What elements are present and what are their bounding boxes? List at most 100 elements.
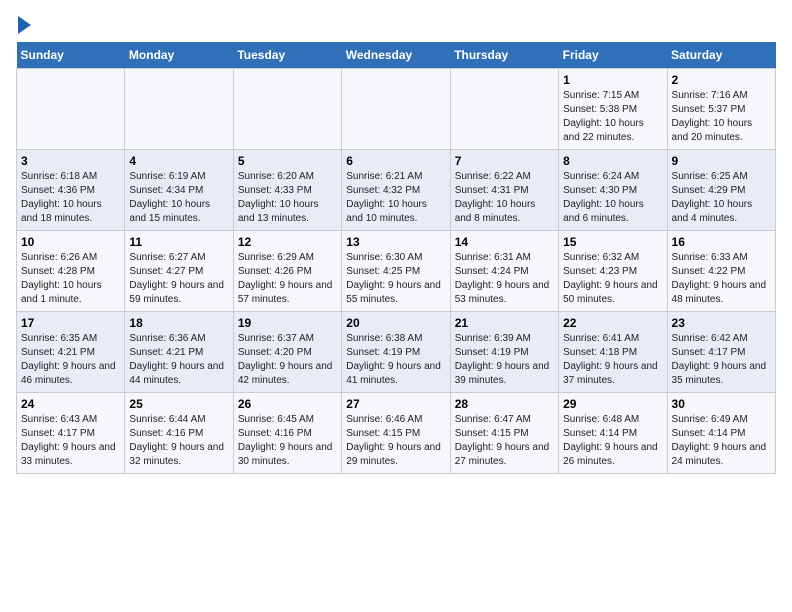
calendar-cell: 1 Sunrise: 7:15 AM Sunset: 5:38 PM Daylig…	[559, 69, 667, 150]
day-number: 18	[129, 316, 228, 330]
calendar-cell: 19 Sunrise: 6:37 AM Sunset: 4:20 PM Dayli…	[233, 312, 341, 393]
calendar-cell: 23Sunrise: 6:42 AM Sunset: 4:17 PM Dayli…	[667, 312, 775, 393]
day-number: 30	[672, 397, 771, 411]
day-info: Sunrise: 6:31 AM Sunset: 4:24 PM Dayligh…	[455, 251, 554, 307]
day-info: Sunrise: 6:25 AM Sunset: 4:29 PM Dayligh…	[672, 170, 771, 226]
day-info: Sunrise: 6:20 AM Sunset: 4:33 PM Dayligh…	[238, 170, 337, 226]
day-number: 24	[21, 397, 120, 411]
header-monday: Monday	[125, 42, 233, 69]
calendar-cell: 6 Sunrise: 6:21 AM Sunset: 4:32 PM Daylig…	[342, 150, 450, 231]
day-info: Sunrise: 6:18 AM Sunset: 4:36 PM Dayligh…	[21, 170, 120, 226]
day-info: Sunrise: 6:21 AM Sunset: 4:32 PM Dayligh…	[346, 170, 445, 226]
calendar-cell: 16 Sunrise: 6:33 AM Sunset: 4:22 PM Dayli…	[667, 231, 775, 312]
calendar-cell: 17 Sunrise: 6:35 AM Sunset: 4:21 PM Dayli…	[17, 312, 125, 393]
calendar-cell: 14 Sunrise: 6:31 AM Sunset: 4:24 PM Dayli…	[450, 231, 558, 312]
header-wednesday: Wednesday	[342, 42, 450, 69]
calendar-week-3: 17 Sunrise: 6:35 AM Sunset: 4:21 PM Dayli…	[17, 312, 776, 393]
day-info: Sunrise: 6:43 AM Sunset: 4:17 PM Dayligh…	[21, 413, 120, 469]
day-info: Sunrise: 6:49 AM Sunset: 4:14 PM Dayligh…	[672, 413, 771, 469]
day-info: Sunrise: 6:37 AM Sunset: 4:20 PM Dayligh…	[238, 332, 337, 388]
day-number: 4	[129, 154, 228, 168]
day-number: 2	[672, 73, 771, 87]
day-info: Sunrise: 6:36 AM Sunset: 4:21 PM Dayligh…	[129, 332, 228, 388]
header-tuesday: Tuesday	[233, 42, 341, 69]
day-number: 28	[455, 397, 554, 411]
calendar-cell: 27 Sunrise: 6:46 AM Sunset: 4:15 PM Dayli…	[342, 393, 450, 474]
calendar-cell: 29 Sunrise: 6:48 AM Sunset: 4:14 PM Dayli…	[559, 393, 667, 474]
calendar-cell	[450, 69, 558, 150]
calendar-cell	[233, 69, 341, 150]
calendar-cell: 18 Sunrise: 6:36 AM Sunset: 4:21 PM Dayli…	[125, 312, 233, 393]
day-info: Sunrise: 6:33 AM Sunset: 4:22 PM Dayligh…	[672, 251, 771, 307]
day-number: 17	[21, 316, 120, 330]
calendar-cell: 10 Sunrise: 6:26 AM Sunset: 4:28 PM Dayli…	[17, 231, 125, 312]
day-info: Sunrise: 7:16 AM Sunset: 5:37 PM Dayligh…	[672, 89, 771, 145]
day-number: 20	[346, 316, 445, 330]
calendar-week-2: 10 Sunrise: 6:26 AM Sunset: 4:28 PM Dayli…	[17, 231, 776, 312]
day-number: 13	[346, 235, 445, 249]
calendar-cell: 20Sunrise: 6:38 AM Sunset: 4:19 PM Dayli…	[342, 312, 450, 393]
day-info: Sunrise: 6:35 AM Sunset: 4:21 PM Dayligh…	[21, 332, 120, 388]
day-number: 25	[129, 397, 228, 411]
day-number: 19	[238, 316, 337, 330]
calendar-week-4: 24 Sunrise: 6:43 AM Sunset: 4:17 PM Dayli…	[17, 393, 776, 474]
logo	[16, 16, 31, 34]
calendar-cell: 30 Sunrise: 6:49 AM Sunset: 4:14 PM Dayli…	[667, 393, 775, 474]
calendar-table: SundayMondayTuesdayWednesdayThursdayFrid…	[16, 42, 776, 474]
day-info: Sunrise: 6:27 AM Sunset: 4:27 PM Dayligh…	[129, 251, 228, 307]
calendar-week-0: 1 Sunrise: 7:15 AM Sunset: 5:38 PM Daylig…	[17, 69, 776, 150]
day-number: 26	[238, 397, 337, 411]
day-info: Sunrise: 6:44 AM Sunset: 4:16 PM Dayligh…	[129, 413, 228, 469]
day-info: Sunrise: 6:22 AM Sunset: 4:31 PM Dayligh…	[455, 170, 554, 226]
day-number: 11	[129, 235, 228, 249]
calendar-cell: 15Sunrise: 6:32 AM Sunset: 4:23 PM Dayli…	[559, 231, 667, 312]
calendar-week-1: 3 Sunrise: 6:18 AM Sunset: 4:36 PM Daylig…	[17, 150, 776, 231]
header-saturday: Saturday	[667, 42, 775, 69]
day-info: Sunrise: 6:32 AM Sunset: 4:23 PM Dayligh…	[563, 251, 662, 307]
day-info: Sunrise: 6:29 AM Sunset: 4:26 PM Dayligh…	[238, 251, 337, 307]
calendar-cell: 21Sunrise: 6:39 AM Sunset: 4:19 PM Dayli…	[450, 312, 558, 393]
day-number: 6	[346, 154, 445, 168]
day-info: Sunrise: 6:45 AM Sunset: 4:16 PM Dayligh…	[238, 413, 337, 469]
day-info: Sunrise: 6:41 AM Sunset: 4:18 PM Dayligh…	[563, 332, 662, 388]
calendar-cell: 13Sunrise: 6:30 AM Sunset: 4:25 PM Dayli…	[342, 231, 450, 312]
day-info: Sunrise: 7:15 AM Sunset: 5:38 PM Dayligh…	[563, 89, 662, 145]
calendar-cell: 7 Sunrise: 6:22 AM Sunset: 4:31 PM Daylig…	[450, 150, 558, 231]
day-number: 1	[563, 73, 662, 87]
calendar-cell: 26 Sunrise: 6:45 AM Sunset: 4:16 PM Dayli…	[233, 393, 341, 474]
calendar-cell: 9 Sunrise: 6:25 AM Sunset: 4:29 PM Daylig…	[667, 150, 775, 231]
day-info: Sunrise: 6:48 AM Sunset: 4:14 PM Dayligh…	[563, 413, 662, 469]
day-number: 12	[238, 235, 337, 249]
day-info: Sunrise: 6:47 AM Sunset: 4:15 PM Dayligh…	[455, 413, 554, 469]
calendar-cell: 12 Sunrise: 6:29 AM Sunset: 4:26 PM Dayli…	[233, 231, 341, 312]
header-friday: Friday	[559, 42, 667, 69]
day-number: 29	[563, 397, 662, 411]
day-info: Sunrise: 6:24 AM Sunset: 4:30 PM Dayligh…	[563, 170, 662, 226]
day-info: Sunrise: 6:42 AM Sunset: 4:17 PM Dayligh…	[672, 332, 771, 388]
day-number: 10	[21, 235, 120, 249]
header-thursday: Thursday	[450, 42, 558, 69]
logo-arrow-icon	[18, 16, 31, 34]
calendar-header-row: SundayMondayTuesdayWednesdayThursdayFrid…	[17, 42, 776, 69]
header-sunday: Sunday	[17, 42, 125, 69]
calendar-cell: 5Sunrise: 6:20 AM Sunset: 4:33 PM Daylig…	[233, 150, 341, 231]
calendar-cell: 22Sunrise: 6:41 AM Sunset: 4:18 PM Dayli…	[559, 312, 667, 393]
page-header	[16, 16, 776, 34]
day-number: 27	[346, 397, 445, 411]
day-info: Sunrise: 6:26 AM Sunset: 4:28 PM Dayligh…	[21, 251, 120, 307]
day-number: 9	[672, 154, 771, 168]
calendar-cell: 3 Sunrise: 6:18 AM Sunset: 4:36 PM Daylig…	[17, 150, 125, 231]
calendar-cell	[342, 69, 450, 150]
day-number: 7	[455, 154, 554, 168]
calendar-cell: 2 Sunrise: 7:16 AM Sunset: 5:37 PM Daylig…	[667, 69, 775, 150]
day-number: 8	[563, 154, 662, 168]
calendar-cell: 28 Sunrise: 6:47 AM Sunset: 4:15 PM Dayli…	[450, 393, 558, 474]
day-number: 16	[672, 235, 771, 249]
day-number: 14	[455, 235, 554, 249]
day-number: 3	[21, 154, 120, 168]
calendar-cell: 4Sunrise: 6:19 AM Sunset: 4:34 PM Daylig…	[125, 150, 233, 231]
calendar-cell: 8 Sunrise: 6:24 AM Sunset: 4:30 PM Daylig…	[559, 150, 667, 231]
calendar-cell: 24 Sunrise: 6:43 AM Sunset: 4:17 PM Dayli…	[17, 393, 125, 474]
day-info: Sunrise: 6:46 AM Sunset: 4:15 PM Dayligh…	[346, 413, 445, 469]
day-number: 21	[455, 316, 554, 330]
